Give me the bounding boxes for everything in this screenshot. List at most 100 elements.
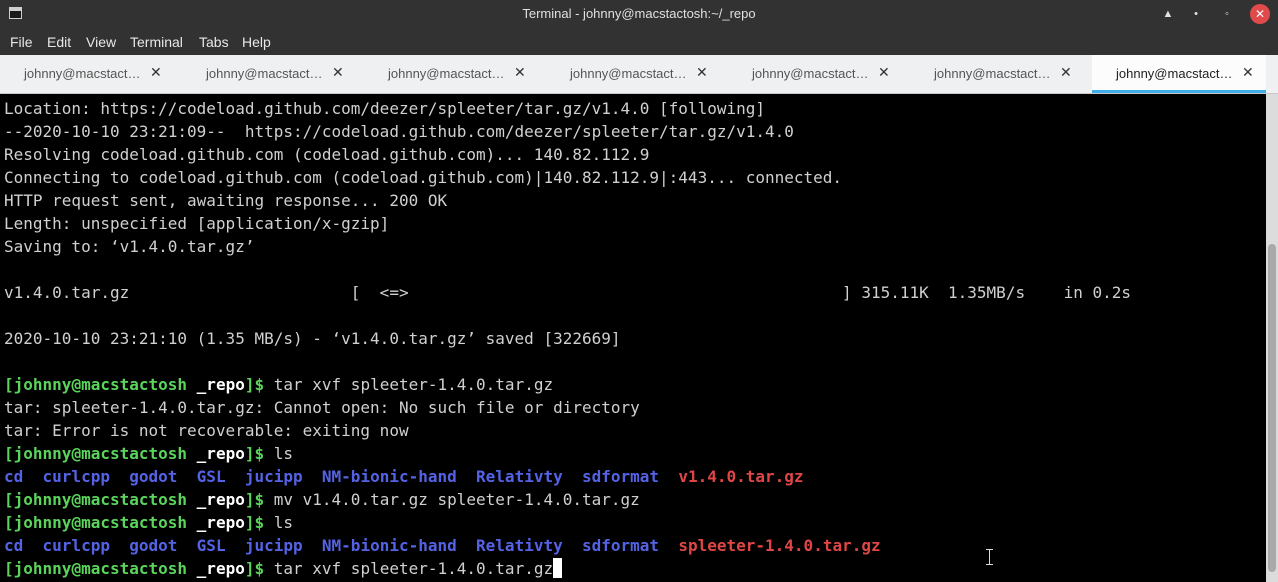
- prompt-dir: _repo: [196, 444, 245, 463]
- menu-terminal[interactable]: Terminal: [130, 34, 183, 50]
- dir-entry: NM-bionic-hand: [321, 536, 457, 555]
- prompt-user-host: johnny@macstactosh: [13, 444, 188, 463]
- prompt-user-host: johnny@macstactosh: [13, 559, 188, 578]
- prompt-dir: _repo: [196, 513, 245, 532]
- dir-entry: curlcpp: [42, 467, 110, 486]
- dir-entry: jucipp: [244, 536, 303, 555]
- ls-output: cd curlcpp godot GSL jucipp NM-bionic-ha…: [4, 465, 804, 488]
- dir-entry: Relativty: [476, 536, 563, 555]
- command-line: [johnny@macstactosh _repo]$ ls: [4, 442, 293, 465]
- menu-file[interactable]: File: [10, 34, 33, 50]
- dir-entry: jucipp: [244, 467, 303, 486]
- minimize-button[interactable]: •: [1186, 4, 1206, 24]
- tab-7-active[interactable]: johnny@macstact… ✕: [1092, 55, 1266, 93]
- tab-4[interactable]: johnny@macstact… ✕: [546, 55, 728, 93]
- dir-entry: cd: [4, 467, 24, 486]
- tab-close-icon[interactable]: ✕: [1242, 64, 1254, 81]
- prompt-bracket: [: [4, 444, 14, 463]
- output-line: Resolving codeload.github.com (codeload.…: [4, 145, 650, 164]
- prompt-bracket: ]$: [244, 490, 265, 509]
- dir-entry: curlcpp: [42, 536, 110, 555]
- command-text: mv v1.4.0.tar.gz spleeter-1.4.0.tar.gz: [264, 490, 640, 509]
- close-button[interactable]: ✕: [1250, 4, 1270, 24]
- prompt-bracket: ]$: [244, 513, 265, 532]
- error-line: tar: spleeter-1.4.0.tar.gz: Cannot open:…: [4, 398, 640, 417]
- tab-close-icon[interactable]: ✕: [514, 64, 526, 81]
- terminal-output[interactable]: Location: https://codeload.github.com/de…: [0, 94, 1266, 582]
- tab-close-icon[interactable]: ✕: [332, 64, 344, 81]
- tab-close-icon[interactable]: ✕: [150, 64, 162, 81]
- dir-entry: GSL: [196, 467, 226, 486]
- output-line: Saving to: ‘v1.4.0.tar.gz’: [4, 237, 255, 256]
- prompt-user-host: johnny@macstactosh: [13, 490, 188, 509]
- menu-bar: File Edit View Terminal Tabs Help: [0, 28, 1278, 55]
- window-title: Terminal - johnny@macstactosh:~/_repo: [522, 6, 756, 21]
- output-line: Connecting to codeload.github.com (codel…: [4, 168, 843, 187]
- prompt-bracket: ]$: [244, 559, 265, 578]
- output-line: Location: https://codeload.github.com/de…: [4, 99, 765, 118]
- dir-entry: cd: [4, 536, 24, 555]
- tab-close-icon[interactable]: ✕: [878, 64, 890, 81]
- tab-close-icon[interactable]: ✕: [696, 64, 708, 81]
- dir-entry: godot: [129, 536, 178, 555]
- dir-entry: sdformat: [582, 467, 660, 486]
- menu-help[interactable]: Help: [242, 34, 271, 50]
- tab-label: johnny@macstact…: [1116, 66, 1233, 81]
- error-line: tar: Error is not recoverable: exiting n…: [4, 421, 409, 440]
- archive-entry: v1.4.0.tar.gz: [678, 467, 804, 486]
- menu-tabs[interactable]: Tabs: [199, 34, 229, 50]
- dir-entry: sdformat: [582, 536, 660, 555]
- tab-label: johnny@macstact…: [570, 66, 687, 81]
- title-bar: Terminal - johnny@macstactosh:~/_repo ▲ …: [0, 0, 1278, 28]
- text-cursor: [553, 558, 563, 578]
- prompt-dir: _repo: [196, 490, 245, 509]
- tab-label: johnny@macstact…: [934, 66, 1051, 81]
- archive-entry: spleeter-1.4.0.tar.gz: [678, 536, 881, 555]
- prompt-user-host: johnny@macstactosh: [13, 513, 188, 532]
- dir-entry: Relativty: [476, 467, 563, 486]
- command-line-current[interactable]: [johnny@macstactosh _repo]$ tar xvf sple…: [4, 557, 563, 580]
- menu-edit[interactable]: Edit: [47, 34, 71, 50]
- prompt-bracket: ]$: [244, 375, 265, 394]
- scrollbar-thumb[interactable]: [1268, 244, 1276, 572]
- menu-view[interactable]: View: [86, 34, 116, 50]
- dir-entry: NM-bionic-hand: [321, 467, 457, 486]
- prompt-bracket: [: [4, 490, 14, 509]
- tab-label: johnny@macstact…: [206, 66, 323, 81]
- tab-2[interactable]: johnny@macstact… ✕: [182, 55, 364, 93]
- ls-output: cd curlcpp godot GSL jucipp NM-bionic-ha…: [4, 534, 881, 557]
- tab-label: johnny@macstact…: [24, 66, 141, 81]
- vertical-scrollbar[interactable]: [1266, 94, 1278, 582]
- command-line: [johnny@macstactosh _repo]$ ls: [4, 511, 293, 534]
- tab-label: johnny@macstact…: [752, 66, 869, 81]
- tab-label: johnny@macstact…: [388, 66, 505, 81]
- dir-entry: GSL: [196, 536, 226, 555]
- maximize-button[interactable]: ◦: [1217, 4, 1237, 24]
- tab-1[interactable]: johnny@macstact… ✕: [0, 55, 182, 93]
- prompt-dir: _repo: [196, 375, 245, 394]
- output-line: Length: unspecified [application/x-gzip]: [4, 214, 390, 233]
- command-line: [johnny@macstactosh _repo]$ mv v1.4.0.ta…: [4, 488, 640, 511]
- dir-entry: godot: [129, 467, 178, 486]
- progress-line: v1.4.0.tar.gz [ <=> ] 315.11K 1.35MB/s i…: [4, 283, 1132, 302]
- command-text: tar xvf spleeter-1.4.0.tar.gz: [264, 559, 554, 578]
- tab-6[interactable]: johnny@macstact… ✕: [910, 55, 1092, 93]
- prompt-bracket: ]$: [244, 444, 265, 463]
- keep-above-button[interactable]: ▲: [1158, 4, 1178, 24]
- output-line: --2020-10-10 23:21:09-- https://codeload…: [4, 122, 794, 141]
- mouse-ibeam-cursor-icon: [986, 549, 993, 565]
- prompt-bracket: [: [4, 513, 14, 532]
- tab-3[interactable]: johnny@macstact… ✕: [364, 55, 546, 93]
- prompt-user-host: johnny@macstactosh: [13, 375, 188, 394]
- command-text: ls: [264, 513, 294, 532]
- prompt-bracket: [: [4, 559, 14, 578]
- prompt-bracket: [: [4, 375, 14, 394]
- tab-5[interactable]: johnny@macstact… ✕: [728, 55, 910, 93]
- prompt-dir: _repo: [196, 559, 245, 578]
- output-line: 2020-10-10 23:21:10 (1.35 MB/s) - ‘v1.4.…: [4, 329, 621, 348]
- command-text: tar xvf spleeter-1.4.0.tar.gz: [264, 375, 554, 394]
- command-text: ls: [264, 444, 294, 463]
- command-line: [johnny@macstactosh _repo]$ tar xvf sple…: [4, 373, 553, 396]
- tab-close-icon[interactable]: ✕: [1060, 64, 1072, 81]
- tab-bar: johnny@macstact… ✕ johnny@macstact… ✕ jo…: [0, 55, 1278, 94]
